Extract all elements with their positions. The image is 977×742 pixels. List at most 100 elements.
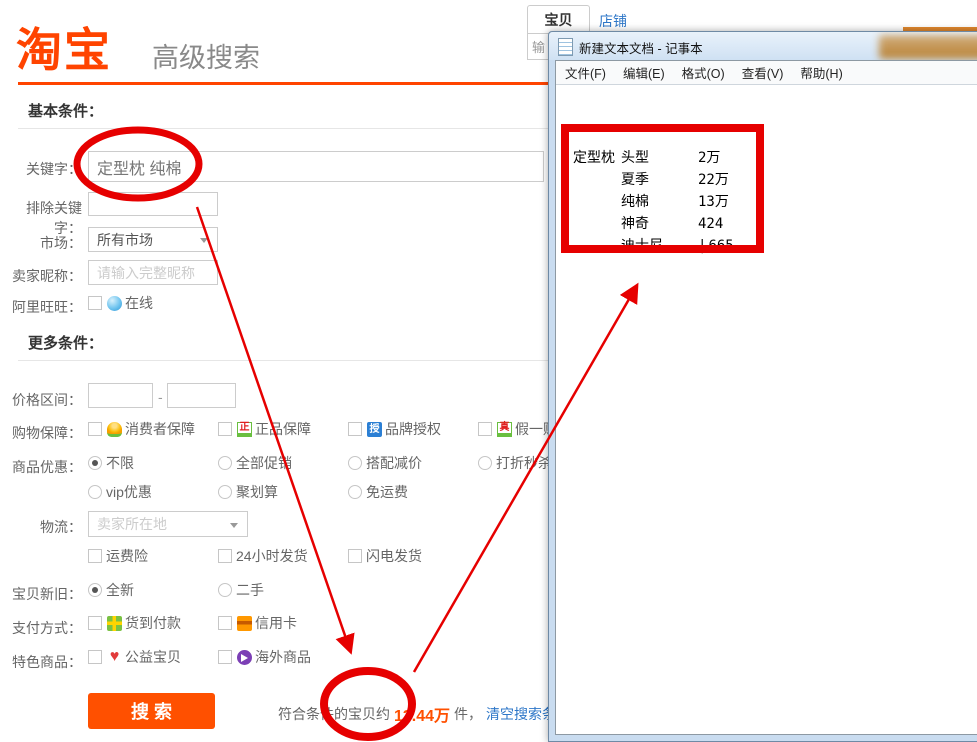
24h-shipping-checkbox[interactable] [218,549,232,563]
notepad-term: 迪士尼 [621,235,698,257]
seller-nickname-placeholder: 请输入完整昵称 [97,263,195,283]
promo-juhuasuan-radio[interactable] [218,485,232,499]
option-charity-item[interactable]: ♥ 公益宝贝 [88,649,181,665]
special-label: 特色商品： [0,652,82,672]
notepad-window-title: 新建文本文档 - 记事本 [579,38,703,57]
option-label: 闪电发货 [366,546,422,566]
option-promo-flash-sale[interactable]: 打折秒杀 [478,455,552,471]
option-label: 搭配减价 [366,453,422,473]
option-label: 海外商品 [255,647,311,667]
fake-compensation-checkbox[interactable] [478,422,492,436]
notepad-window: 新建文本文档 - 记事本 文件(F) 编辑(E) 格式(O) 查看(V) 帮助(… [548,31,977,742]
option-second-hand[interactable]: 二手 [218,582,264,598]
brand-authorization-checkbox[interactable] [348,422,362,436]
option-lightning-shipping[interactable]: 闪电发货 [348,548,422,564]
price-dash: - [158,389,163,405]
option-credit-card[interactable]: 信用卡 [218,615,297,631]
market-value: 所有市场 [97,230,153,250]
freight-insurance-checkbox[interactable] [88,549,102,563]
seller-nickname-input[interactable]: 请输入完整昵称 [88,260,218,285]
lightning-shipping-checkbox[interactable] [348,549,362,563]
result-line: 符合条件的宝贝约 13.44万 件， 清空搜索条件 [278,702,570,726]
cod-checkbox[interactable] [88,616,102,630]
option-label: vip优惠 [106,482,152,502]
menu-edit[interactable]: 编辑(E) [623,63,665,82]
quick-search-text: 输 [532,37,545,56]
notepad-keyword: 定型枕 [573,147,621,169]
market-select[interactable]: 所有市场 [88,227,218,252]
keyword-value: 定型枕 纯棉 [97,155,181,179]
menu-view[interactable]: 查看(V) [742,63,784,82]
menu-help[interactable]: 帮助(H) [800,63,842,82]
exclude-keyword-input[interactable] [88,192,218,216]
wangwang-online-option[interactable]: 在线 [88,295,153,311]
option-brand-new[interactable]: 全新 [88,582,134,598]
option-freight-insurance[interactable]: 运费险 [88,548,148,564]
option-promo-free-shipping[interactable]: 免运费 [348,484,408,500]
wangwang-online-checkbox[interactable] [88,296,102,310]
tab-shop[interactable]: 店铺 [599,11,627,31]
notepad-count: 424 [698,213,723,235]
option-promo-vip[interactable]: vip优惠 [88,484,152,500]
option-brand-authorization[interactable]: 授 品牌授权 [348,421,441,437]
notepad-line: 纯棉 13万 [573,191,977,213]
notepad-term: 头型 [621,147,698,169]
cod-gift-icon [107,616,122,631]
wangwang-label: 阿里旺旺： [0,297,82,317]
tab-item[interactable]: 宝贝 [527,5,590,33]
overseas-checkbox[interactable] [218,650,232,664]
option-label: 消费者保障 [125,419,195,439]
notepad-term: 神奇 [621,213,698,235]
chevron-down-icon [200,238,208,243]
brand-authorization-icon: 授 [367,422,382,437]
brand-new-radio[interactable] [88,583,102,597]
promo-all-radio[interactable] [218,456,232,470]
wangwang-icon [107,296,122,311]
glass-blur-orange-button [879,35,977,59]
option-promo-bundle[interactable]: 搭配减价 [348,455,422,471]
credit-card-checkbox[interactable] [218,616,232,630]
price-min-input[interactable] [88,383,153,408]
result-prefix: 符合条件的宝贝约 [278,704,390,724]
option-promo-juhuasuan[interactable]: 聚划算 [218,484,278,500]
promo-free-shipping-radio[interactable] [348,485,362,499]
price-max-input[interactable] [167,383,236,408]
charity-checkbox[interactable] [88,650,102,664]
option-label: 全新 [106,580,134,600]
notepad-line: 定型枕 头型 2万 [573,147,977,169]
second-hand-radio[interactable] [218,583,232,597]
promo-bundle-radio[interactable] [348,456,362,470]
payment-label: 支付方式： [0,618,82,638]
promo-label: 商品优惠： [0,457,82,477]
notepad-line: 迪士尼 | 665 [573,235,977,257]
notepad-term: 夏季 [621,169,698,191]
consumer-protection-checkbox[interactable] [88,422,102,436]
option-consumer-protection[interactable]: 消费者保障 [88,421,195,437]
notepad-count: 22万 [698,169,729,191]
search-button[interactable]: 搜 索 [88,693,215,729]
keyword-input[interactable]: 定型枕 纯棉 [88,151,544,182]
charity-heart-icon: ♥ [107,650,122,665]
logistics-select[interactable]: 卖家所在地 [88,511,248,537]
option-promo-all[interactable]: 全部促销 [218,455,292,471]
option-cash-on-delivery[interactable]: 货到付款 [88,615,181,631]
promo-flash-sale-radio[interactable] [478,456,492,470]
option-authentic-guarantee[interactable]: 正 正品保障 [218,421,311,437]
option-promo-unlimited[interactable]: 不限 [88,455,134,471]
promo-vip-radio[interactable] [88,485,102,499]
notepad-term: 纯棉 [621,191,698,213]
notepad-count: 13万 [698,191,729,213]
menu-format[interactable]: 格式(O) [682,63,725,82]
option-label: 正品保障 [255,419,311,439]
notepad-text-area[interactable]: 定型枕 头型 2万 夏季 22万 纯棉 13万 神奇 424 [556,85,977,257]
menu-file[interactable]: 文件(F) [565,63,606,82]
option-24h-shipping[interactable]: 24小时发货 [218,548,308,564]
authentic-guarantee-checkbox[interactable] [218,422,232,436]
condition-label: 宝贝新旧： [0,584,82,604]
option-label: 二手 [236,580,264,600]
option-overseas-item[interactable]: 海外商品 [218,649,311,665]
option-label: 免运费 [366,482,408,502]
notepad-titlebar[interactable]: 新建文本文档 - 记事本 [549,32,977,60]
option-label: 聚划算 [236,482,278,502]
promo-unlimited-radio[interactable] [88,456,102,470]
